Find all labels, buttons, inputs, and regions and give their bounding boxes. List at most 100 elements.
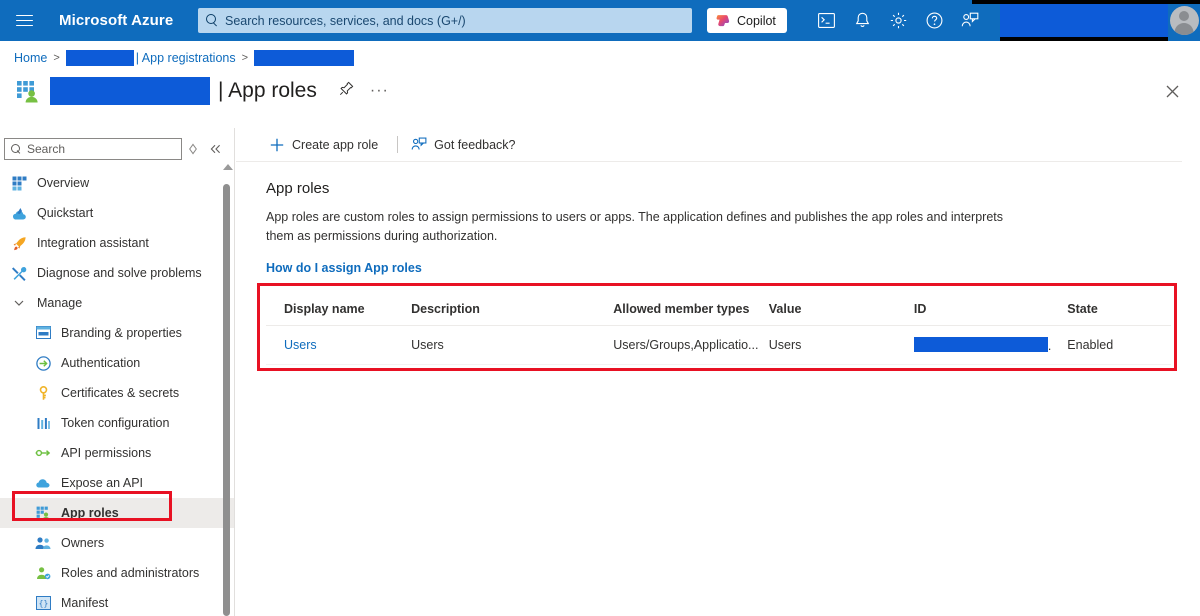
close-blade-icon[interactable] <box>1160 79 1184 103</box>
section-description: App roles are custom roles to assign per… <box>266 210 1003 243</box>
sidebar-item-label: Authentication <box>61 356 141 370</box>
column-header-state[interactable]: State <box>1067 293 1171 326</box>
feedback-person-icon <box>411 137 427 153</box>
app-name-redaction <box>50 77 210 105</box>
global-search-input[interactable] <box>225 13 684 28</box>
nav-scrollbar[interactable] <box>221 128 233 616</box>
account-info-redaction <box>1000 4 1168 37</box>
sidebar-item-token-configuration[interactable]: Token configuration <box>0 408 234 438</box>
nav-search-box[interactable] <box>4 138 182 160</box>
redaction-strip-left <box>972 0 1000 4</box>
breadcrumb-app-registrations[interactable]: | App registrations <box>136 51 236 65</box>
column-header-value[interactable]: Value <box>768 293 914 326</box>
sidebar-item-label: Quickstart <box>37 206 94 220</box>
sidebar-item-api-permissions[interactable]: API permissions <box>0 438 234 468</box>
nav-item-list: Overview Quickstart Integration assistan… <box>0 168 234 616</box>
cell-display-name: Users <box>266 325 412 365</box>
copilot-label: Copilot <box>737 13 776 28</box>
cell-value: Users <box>768 325 914 365</box>
table-header-row: Display name Description Allowed member … <box>266 293 1171 326</box>
content-body: App roles App roles are custom roles to … <box>236 162 1200 365</box>
table-row[interactable]: Users Users Users/Groups,Applicatio... U… <box>266 325 1171 365</box>
cloud-shell-icon[interactable] <box>808 0 844 41</box>
quickstart-rocket-cloud-icon <box>11 205 27 221</box>
main-content-area: Create app role Got feedback? App roles … <box>236 128 1200 616</box>
left-navigation-panel: Overview Quickstart Integration assistan… <box>0 128 235 616</box>
sidebar-item-label: Expose an API <box>61 476 144 490</box>
key-icon <box>35 385 51 401</box>
sidebar-item-label: Overview <box>37 176 90 190</box>
sidebar-item-label: Certificates & secrets <box>61 386 180 400</box>
sidebar-group-manage[interactable]: Manage <box>0 288 234 318</box>
command-separator <box>397 136 399 153</box>
sidebar-item-authentication[interactable]: Authentication <box>0 348 234 378</box>
notifications-bell-icon[interactable] <box>844 0 880 41</box>
nav-search-row <box>0 134 234 164</box>
sidebar-item-roles-and-administrators[interactable]: Roles and administrators <box>0 558 234 588</box>
azure-brand-logo[interactable]: Microsoft Azure <box>59 12 173 29</box>
sidebar-item-diagnose-and-solve-problems[interactable]: Diagnose and solve problems <box>0 258 234 288</box>
column-header-display-name[interactable]: Display name <box>266 293 412 326</box>
breadcrumb-home[interactable]: Home <box>14 51 47 65</box>
column-header-description[interactable]: Description <box>411 293 614 326</box>
sidebar-item-label: Owners <box>61 536 105 550</box>
owners-people-icon <box>35 535 51 551</box>
sidebar-item-manifest[interactable]: {} Manifest <box>0 588 234 616</box>
token-bars-icon <box>35 415 51 431</box>
sidebar-item-certificates-secrets[interactable]: Certificates & secrets <box>0 378 234 408</box>
section-heading: App roles <box>266 180 330 197</box>
sidebar-item-label: Diagnose and solve problems <box>37 266 202 280</box>
cloud-icon <box>35 475 51 491</box>
create-app-role-label: Create app role <box>292 137 379 152</box>
breadcrumb: Home > | App registrations > <box>14 48 355 68</box>
authentication-arrow-icon <box>35 355 51 371</box>
page-title: | App roles <box>218 79 317 102</box>
scrollbar-thumb[interactable] <box>223 184 230 616</box>
sidebar-item-owners[interactable]: Owners <box>0 528 234 558</box>
column-header-allowed-member-types[interactable]: Allowed member types <box>613 293 769 326</box>
sidebar-item-label: Integration assistant <box>37 236 149 250</box>
got-feedback-button[interactable]: Got feedback? <box>408 131 524 159</box>
user-avatar[interactable] <box>1168 0 1200 41</box>
pin-icon[interactable] <box>339 81 354 101</box>
hamburger-menu-icon[interactable] <box>0 0 48 41</box>
manifest-braces-icon: {} <box>35 595 51 611</box>
cell-allowed-member-types: Users/Groups,Applicatio... <box>613 325 769 365</box>
command-bar: Create app role Got feedback? <box>236 128 1182 162</box>
global-search-box[interactable] <box>198 8 692 33</box>
sidebar-item-branding-properties[interactable]: Branding & properties <box>0 318 234 348</box>
search-icon <box>206 14 219 27</box>
more-options-ellipsis-icon[interactable]: ··· <box>370 83 389 99</box>
how-do-i-assign-app-roles-link[interactable]: How do I assign App roles <box>266 261 422 275</box>
column-header-id[interactable]: ID <box>913 293 1068 326</box>
feedback-person-icon[interactable] <box>952 0 988 41</box>
create-app-role-button[interactable]: Create app role <box>266 131 387 159</box>
api-permissions-icon <box>35 445 51 461</box>
wrench-screwdriver-icon <box>11 265 27 281</box>
sidebar-item-expose-an-api[interactable]: Expose an API <box>0 468 234 498</box>
sidebar-item-app-roles[interactable]: App roles <box>0 498 234 528</box>
id-suffix: . <box>1047 339 1052 353</box>
plus-icon <box>269 137 285 153</box>
svg-text:{}: {} <box>38 599 48 608</box>
app-role-name-link[interactable]: Users <box>284 338 317 352</box>
settings-gear-icon[interactable] <box>880 0 916 41</box>
sort-diamond-icon[interactable] <box>182 138 204 160</box>
sidebar-group-label: Manage <box>37 296 83 310</box>
search-icon <box>11 143 22 155</box>
help-question-icon[interactable] <box>916 0 952 41</box>
sidebar-item-quickstart[interactable]: Quickstart <box>0 198 234 228</box>
sidebar-item-overview[interactable]: Overview <box>0 168 234 198</box>
breadcrumb-separator-1: > <box>53 52 60 64</box>
sidebar-item-label: Token configuration <box>61 416 170 430</box>
sidebar-item-integration-assistant[interactable]: Integration assistant <box>0 228 234 258</box>
scroll-up-arrow-icon[interactable] <box>223 164 233 170</box>
overview-grid-icon <box>11 175 27 191</box>
sidebar-item-label: Roles and administrators <box>61 566 200 580</box>
got-feedback-label: Got feedback? <box>434 137 516 152</box>
id-redaction <box>913 337 1048 352</box>
breadcrumb-app-redaction <box>254 50 355 66</box>
nav-search-input[interactable] <box>27 142 182 156</box>
roles-person-icon <box>35 565 51 581</box>
copilot-button[interactable]: Copilot <box>707 8 787 33</box>
